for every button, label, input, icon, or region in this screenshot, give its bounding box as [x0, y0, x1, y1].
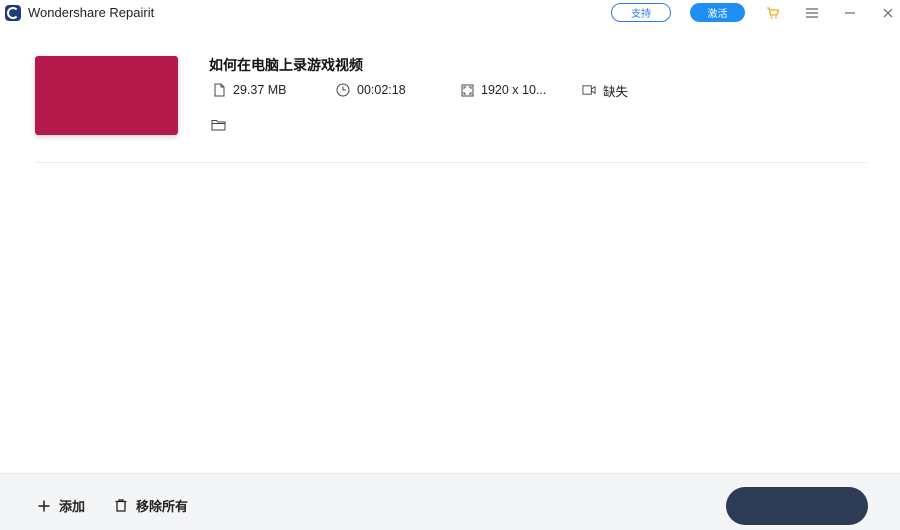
activate-button[interactable]: 激活 — [690, 3, 745, 22]
trash-icon — [114, 499, 128, 513]
menu-icon[interactable] — [803, 4, 821, 22]
plus-icon — [37, 499, 51, 513]
support-button[interactable]: 支持 — [611, 3, 671, 22]
clock-icon — [336, 83, 350, 97]
file-name: 如何在电脑上录游戏视频 — [209, 57, 363, 73]
footer-bar: 添加 移除所有 — [0, 473, 900, 530]
add-button[interactable]: 添加 — [37, 496, 85, 515]
file-codec-value: 缺失 — [603, 84, 629, 99]
add-button-label: 添加 — [59, 499, 86, 514]
app-logo-icon — [5, 5, 21, 21]
divider — [35, 162, 866, 163]
folder-icon[interactable] — [211, 118, 227, 132]
minimize-icon[interactable] — [841, 4, 859, 22]
video-thumbnail[interactable] — [35, 56, 178, 135]
resolution-icon — [460, 83, 474, 97]
file-resolution-value: 1920 x 10... — [481, 83, 547, 97]
file-duration-value: 00:02:18 — [357, 83, 406, 97]
file-size-value: 29.37 MB — [233, 83, 287, 97]
title-bar: Wondershare Repairit 支持 激活 — [0, 0, 900, 26]
file-duration: 00:02:18 — [336, 82, 406, 98]
file-resolution: 1920 x 10... — [460, 82, 546, 98]
file-icon — [212, 83, 226, 97]
close-icon[interactable] — [879, 4, 897, 22]
file-codec: 缺失 — [582, 82, 629, 99]
repair-button[interactable] — [726, 487, 868, 525]
video-camera-icon — [582, 83, 596, 97]
cart-icon[interactable] — [764, 4, 782, 22]
app-title: Wondershare Repairit — [28, 5, 155, 20]
file-size: 29.37 MB — [212, 82, 287, 98]
remove-all-button[interactable]: 移除所有 — [114, 496, 188, 515]
remove-all-button-label: 移除所有 — [136, 499, 189, 514]
